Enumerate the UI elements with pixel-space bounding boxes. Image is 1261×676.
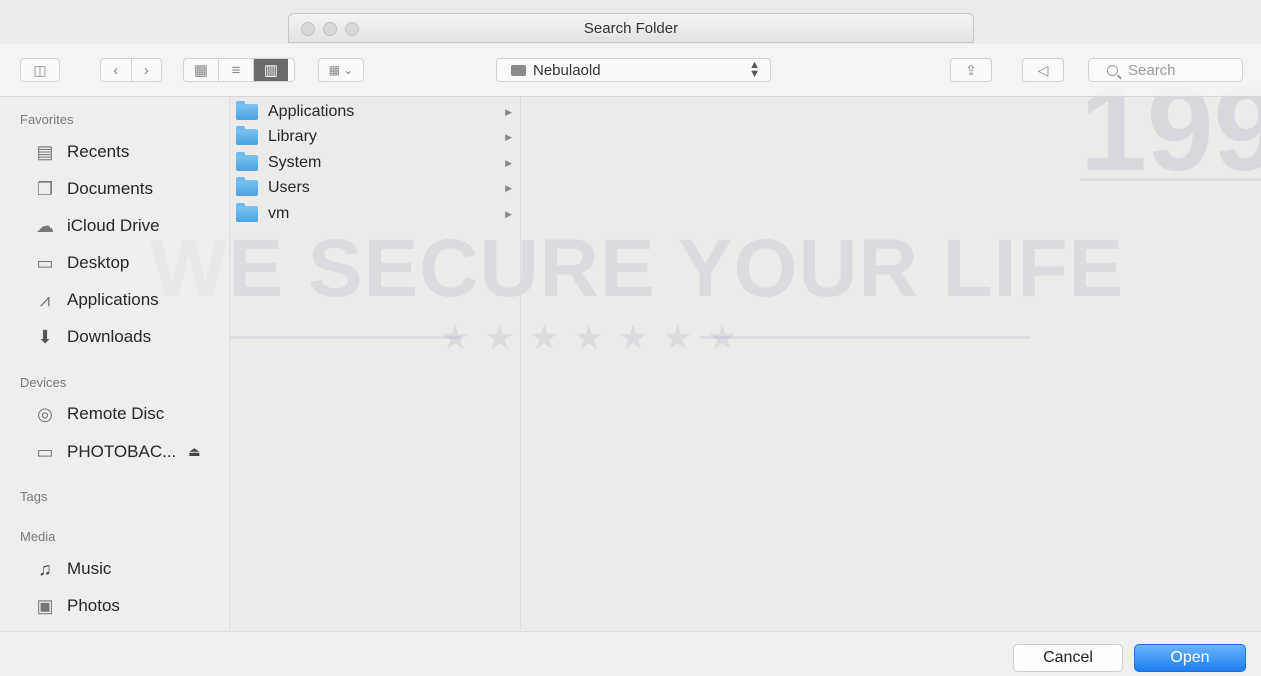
list-icon: ≡ bbox=[231, 61, 241, 79]
sidebar-item-label: Downloads bbox=[67, 327, 152, 346]
sidebar-header-favorites: Favorites bbox=[20, 112, 74, 127]
list-item[interactable]: Library ▶ bbox=[236, 125, 518, 149]
share-button[interactable]: ⇪ bbox=[950, 58, 992, 82]
back-button[interactable]: ‹ bbox=[101, 59, 132, 81]
documents-icon: ❐ bbox=[36, 178, 54, 199]
grid-icon: ▦ bbox=[193, 62, 209, 79]
sidebar-item-label: Photos bbox=[67, 596, 120, 615]
folder-icon bbox=[236, 126, 258, 145]
sidebar-item-label: Applications bbox=[67, 290, 159, 309]
sidebar-item-music[interactable]: ♫ Music bbox=[33, 556, 111, 582]
chevron-right-icon: › bbox=[143, 61, 149, 79]
list-view-button[interactable]: ≡ bbox=[219, 59, 254, 81]
toolbar: ◫ ‹ › ▦ ≡ ▥ ▦ ⌄ Nebulaold ▲ ▼ ⇪ ◁ bbox=[0, 44, 1261, 97]
list-item[interactable]: Applications ▶ bbox=[236, 100, 518, 124]
arrange-icon: ▦ ⌄ bbox=[328, 63, 354, 77]
search-input[interactable] bbox=[1126, 60, 1240, 80]
location-label: Nebulaold bbox=[533, 61, 601, 79]
folder-name: Library bbox=[268, 128, 317, 145]
disclosure-arrow-icon: ▶ bbox=[505, 157, 512, 168]
search-icon bbox=[1107, 64, 1118, 76]
tag-icon: ◁ bbox=[1037, 61, 1049, 78]
sidebar-item-label: Remote Disc bbox=[67, 404, 165, 423]
drive-icon bbox=[511, 64, 526, 76]
music-icon: ♫ bbox=[38, 558, 52, 579]
disclosure-arrow-icon: ▶ bbox=[505, 208, 512, 219]
search-field[interactable] bbox=[1088, 58, 1243, 82]
sidebar-header-media: Media bbox=[20, 529, 56, 544]
forward-button[interactable]: › bbox=[132, 59, 162, 81]
drive-icon: ▭ bbox=[36, 441, 54, 462]
sidebar-item-remote-disc[interactable]: ◎ Remote Disc bbox=[33, 401, 164, 427]
columns-icon: ▥ bbox=[263, 62, 279, 79]
arrange-menu-button[interactable]: ▦ ⌄ bbox=[318, 58, 364, 82]
sidebar-item-recents[interactable]: ▤ Recents bbox=[33, 139, 129, 165]
open-button[interactable]: Open bbox=[1134, 644, 1246, 672]
folder-name: System bbox=[268, 154, 322, 171]
column-browser-column-1: Applications ▶ Library ▶ System ▶ Users … bbox=[230, 97, 521, 630]
chevron-left-icon: ‹ bbox=[113, 61, 119, 79]
dialog-footer: Cancel Open bbox=[0, 631, 1261, 676]
sidebar-item-documents[interactable]: ❐ Documents bbox=[33, 176, 153, 202]
list-item[interactable]: Users ▶ bbox=[236, 176, 518, 200]
disc-icon: ◎ bbox=[37, 403, 53, 424]
sidebar-item-icloud-drive[interactable]: ☁ iCloud Drive bbox=[33, 213, 160, 239]
view-mode-selector: ▦ ≡ ▥ bbox=[183, 58, 295, 82]
sidebar-icon: ◫ bbox=[33, 61, 47, 78]
sidebar-toggle-button[interactable]: ◫ bbox=[20, 58, 60, 82]
icon-view-button[interactable]: ▦ bbox=[184, 59, 219, 81]
sidebar: Favorites ▤ Recents ❐ Documents ☁ iCloud… bbox=[0, 97, 230, 630]
column-browser-column-2 bbox=[521, 97, 1261, 630]
sidebar-header-tags: Tags bbox=[20, 489, 48, 504]
applications-icon: ⩘ bbox=[39, 289, 51, 310]
folder-icon bbox=[236, 177, 258, 196]
column-view-button[interactable]: ▥ bbox=[254, 59, 288, 81]
folder-name: vm bbox=[268, 205, 290, 222]
sidebar-item-photos[interactable]: ▣ Photos bbox=[33, 593, 120, 619]
updown-chevron-icon: ▲ ▼ bbox=[749, 59, 760, 80]
photos-icon: ▣ bbox=[36, 595, 54, 616]
sidebar-header-devices: Devices bbox=[20, 375, 67, 390]
desktop-icon: ▭ bbox=[36, 252, 54, 273]
disclosure-arrow-icon: ▶ bbox=[505, 131, 512, 142]
sidebar-item-applications[interactable]: ⩘ Applications bbox=[33, 287, 159, 313]
list-item[interactable]: vm ▶ bbox=[236, 202, 518, 226]
sidebar-item-downloads[interactable]: ⬇ Downloads bbox=[33, 324, 151, 350]
cancel-button[interactable]: Cancel bbox=[1013, 644, 1123, 672]
disclosure-arrow-icon: ▶ bbox=[505, 106, 512, 117]
history-nav: ‹ › bbox=[100, 58, 162, 82]
tags-button[interactable]: ◁ bbox=[1022, 58, 1064, 82]
folder-icon bbox=[236, 101, 258, 120]
sidebar-item-label: Documents bbox=[67, 179, 153, 198]
folder-name: Users bbox=[268, 179, 310, 196]
window-title: Search Folder bbox=[583, 20, 679, 37]
sidebar-item-photobackup[interactable]: ▭ PHOTOBAC... ⏏ bbox=[33, 439, 200, 465]
share-icon: ⇪ bbox=[965, 61, 977, 78]
disclosure-arrow-icon: ▶ bbox=[505, 182, 512, 193]
sidebar-item-label: Music bbox=[67, 559, 112, 578]
sidebar-item-label: iCloud Drive bbox=[67, 216, 160, 235]
downloads-icon: ⬇ bbox=[37, 326, 53, 347]
list-item[interactable]: System ▶ bbox=[236, 151, 518, 175]
folder-icon bbox=[236, 203, 258, 222]
sidebar-item-label: PHOTOBAC... bbox=[67, 442, 177, 461]
eject-icon[interactable]: ⏏ bbox=[188, 444, 200, 460]
folder-name: Applications bbox=[268, 103, 355, 120]
folder-icon bbox=[236, 152, 258, 171]
location-popup[interactable]: Nebulaold ▲ ▼ bbox=[496, 58, 771, 82]
sidebar-item-desktop[interactable]: ▭ Desktop bbox=[33, 250, 129, 276]
cloud-icon: ☁ bbox=[36, 215, 54, 236]
recents-icon: ▤ bbox=[36, 141, 54, 162]
sidebar-item-label: Recents bbox=[67, 142, 130, 161]
sidebar-item-label: Desktop bbox=[67, 253, 130, 272]
window-titlebar: Search Folder bbox=[288, 13, 974, 43]
